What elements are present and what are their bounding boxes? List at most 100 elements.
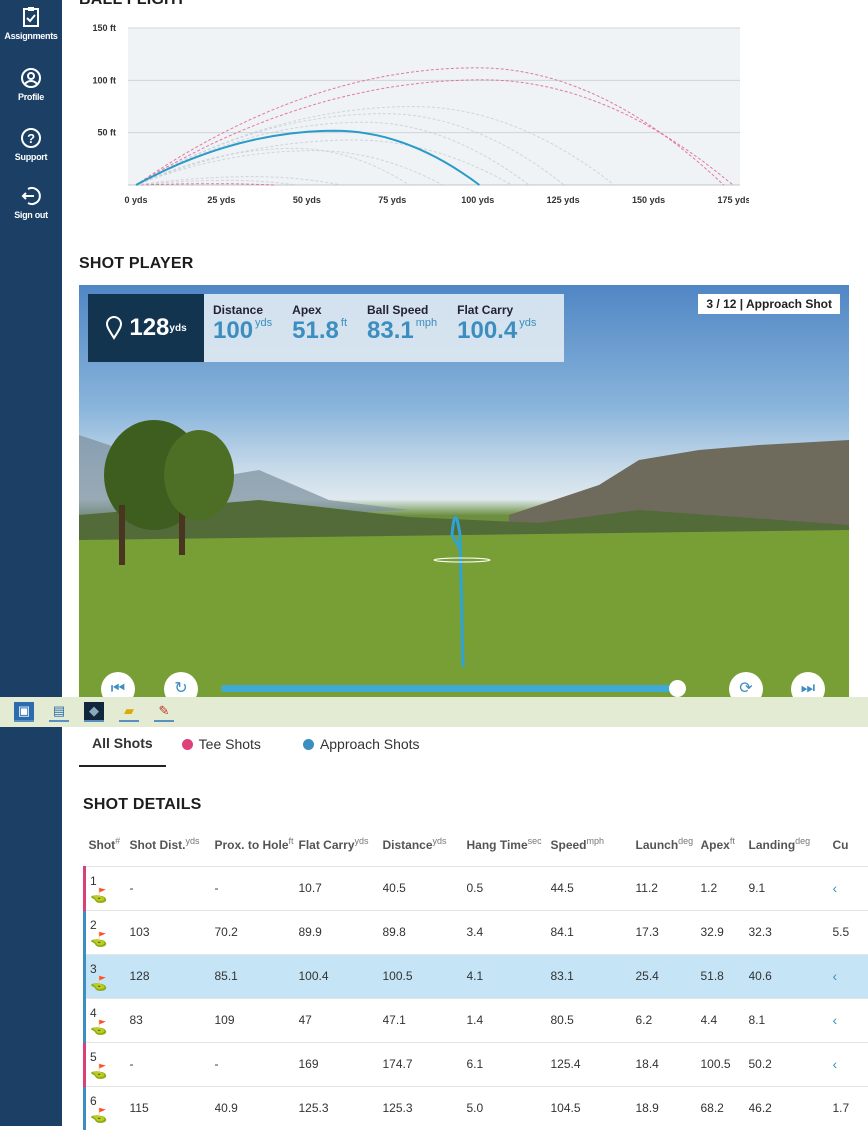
shot-number-cell: 4⛳ — [85, 998, 130, 1042]
table-cell: 10.7 — [299, 866, 383, 910]
shot-number-cell: 5⛳ — [85, 1042, 130, 1086]
golf-club-icon: ⛳ — [90, 932, 130, 946]
sidebar-item-profile[interactable]: Profile — [0, 67, 62, 102]
table-cell: 100.5 — [701, 1042, 749, 1086]
table-cell: 40.6 — [749, 954, 833, 998]
metric-label: Ball Speed — [367, 303, 437, 317]
column-header[interactable]: Shot# — [85, 822, 130, 866]
shot-badge: 3 / 12 | Approach Shot — [698, 294, 840, 314]
table-cell: 109 — [215, 998, 299, 1042]
table-cell: 47 — [299, 998, 383, 1042]
x-tick-label: 0 yds — [124, 195, 147, 205]
table-cell: - — [215, 1042, 299, 1086]
header-label: Distance — [383, 838, 433, 852]
expand-chevron-icon[interactable]: ‹ — [833, 954, 868, 998]
table-cell: 32.9 — [701, 910, 749, 954]
column-header[interactable]: Prox. to Holeft — [215, 822, 299, 866]
metric-distance: Distance100yds — [213, 303, 272, 362]
table-cell: 125.3 — [299, 1086, 383, 1130]
location-pin-icon — [105, 316, 123, 340]
table-cell: 51.8 — [701, 954, 749, 998]
ball-flight-title: BALL FLIGHT — [79, 0, 186, 9]
sidebar-item-sign-out[interactable]: Sign out — [0, 185, 62, 220]
table-cell: 125.3 — [383, 1086, 467, 1130]
header-label: Flat Carry — [299, 838, 355, 852]
table-row[interactable]: 1⛳--10.740.50.544.511.21.29.1‹ — [85, 866, 868, 910]
metric-value: 100 — [213, 317, 253, 344]
table-cell: 100.4 — [299, 954, 383, 998]
tee-dot-icon — [182, 739, 193, 750]
replay-icon: ↻ — [174, 680, 187, 697]
table-row[interactable]: 4⛳831094747.11.480.56.24.48.1‹ — [85, 998, 868, 1042]
column-header[interactable]: Apexft — [701, 822, 749, 866]
metric-unit: yds — [519, 317, 536, 329]
sidebar-item-assignments[interactable]: Assignments — [0, 6, 62, 41]
metric-apex: Apex51.8ft — [292, 303, 347, 362]
table-row[interactable]: 3⛳12885.1100.4100.54.183.125.451.840.6‹ — [85, 954, 868, 998]
taskbar-app-icon[interactable]: ▣ — [14, 702, 34, 722]
metric-label: Distance — [213, 303, 272, 317]
expand-chevron-icon[interactable]: ‹ — [833, 1042, 868, 1086]
header-label: Hang Time — [467, 838, 528, 852]
folder-icon[interactable]: ▰ — [119, 702, 139, 722]
y-tick-label: 150 ft — [92, 23, 116, 33]
plot-area — [128, 28, 740, 185]
x-tick-label: 75 yds — [378, 195, 406, 205]
tab-tee-shots[interactable]: Tee Shots — [182, 735, 274, 767]
paint-icon[interactable]: ✎ — [154, 702, 174, 722]
header-unit: ft — [289, 836, 294, 846]
metric-label: Flat Carry — [457, 303, 536, 317]
column-header[interactable]: Shot Dist.yds — [130, 822, 215, 866]
column-header[interactable]: Landingdeg — [749, 822, 833, 866]
table-cell: 1.4 — [467, 998, 551, 1042]
column-header[interactable]: Cu — [833, 822, 868, 866]
clipboard-check-icon — [21, 6, 41, 28]
table-cell: 18.9 — [636, 1086, 701, 1130]
sidebar: Assignments Profile ? Support Sign out — [0, 0, 62, 1126]
shot-filter-tabs: All Shots Tee Shots Approach Shots — [79, 735, 433, 767]
taskbar-app-dark-icon[interactable]: ◆ — [84, 702, 104, 722]
table-cell: 84.1 — [551, 910, 636, 954]
expand-chevron-icon[interactable]: ‹ — [833, 998, 868, 1042]
tab-approach-shots[interactable]: Approach Shots — [290, 735, 433, 767]
table-cell: 4.1 — [467, 954, 551, 998]
table-row[interactable]: 2⛳10370.289.989.83.484.117.332.932.35.5 — [85, 910, 868, 954]
shot-number-cell: 3⛳ — [85, 954, 130, 998]
y-tick-label: 100 ft — [92, 75, 116, 85]
golf-club-icon: ⛳ — [90, 888, 130, 902]
table-cell: 70.2 — [215, 910, 299, 954]
header-label: Speed — [551, 838, 587, 852]
table-row[interactable]: 6⛳11540.9125.3125.35.0104.518.968.246.21… — [85, 1086, 868, 1130]
table-row[interactable]: 5⛳--169174.76.1125.418.4100.550.2‹ — [85, 1042, 868, 1086]
shot-number-cell: 6⛳ — [85, 1086, 130, 1130]
expand-chevron-icon[interactable]: ‹ — [833, 866, 868, 910]
metric-value: 83.1 — [367, 317, 414, 344]
metric-value: 51.8 — [292, 317, 339, 344]
tab-all-shots[interactable]: All Shots — [79, 735, 166, 767]
shot-number: 5 — [90, 1050, 130, 1064]
table-cell: 40.5 — [383, 866, 467, 910]
shot-player[interactable]: 128yds Distance100ydsApex51.8ftBall Spee… — [79, 285, 849, 697]
table-cell: 6.1 — [467, 1042, 551, 1086]
column-header[interactable]: Flat Carryyds — [299, 822, 383, 866]
table-cell: 83.1 — [551, 954, 636, 998]
shot-number: 3 — [90, 962, 130, 976]
shot-number-cell: 1⛳ — [85, 866, 130, 910]
header-unit: sec — [528, 836, 542, 846]
metric-ball-speed: Ball Speed83.1mph — [367, 303, 437, 362]
table-cell: 32.3 — [749, 910, 833, 954]
metric-unit: ft — [341, 317, 347, 329]
sidebar-item-support[interactable]: ? Support — [0, 127, 62, 162]
header-unit: # — [115, 836, 120, 846]
taskbar-window-icon[interactable]: ▤ — [49, 702, 69, 722]
column-header[interactable]: Distanceyds — [383, 822, 467, 866]
playback-slider[interactable] — [221, 685, 683, 692]
table-cell: 5.5 — [833, 910, 868, 954]
column-header[interactable]: Launchdeg — [636, 822, 701, 866]
x-tick-label: 100 yds — [461, 195, 494, 205]
shot-number: 4 — [90, 1006, 130, 1020]
shot-details-table: Shot#Shot Dist.ydsProx. to HoleftFlat Ca… — [83, 822, 868, 1130]
column-header[interactable]: Speedmph — [551, 822, 636, 866]
column-header[interactable]: Hang Timesec — [467, 822, 551, 866]
sidebar-item-label: Support — [15, 152, 47, 162]
